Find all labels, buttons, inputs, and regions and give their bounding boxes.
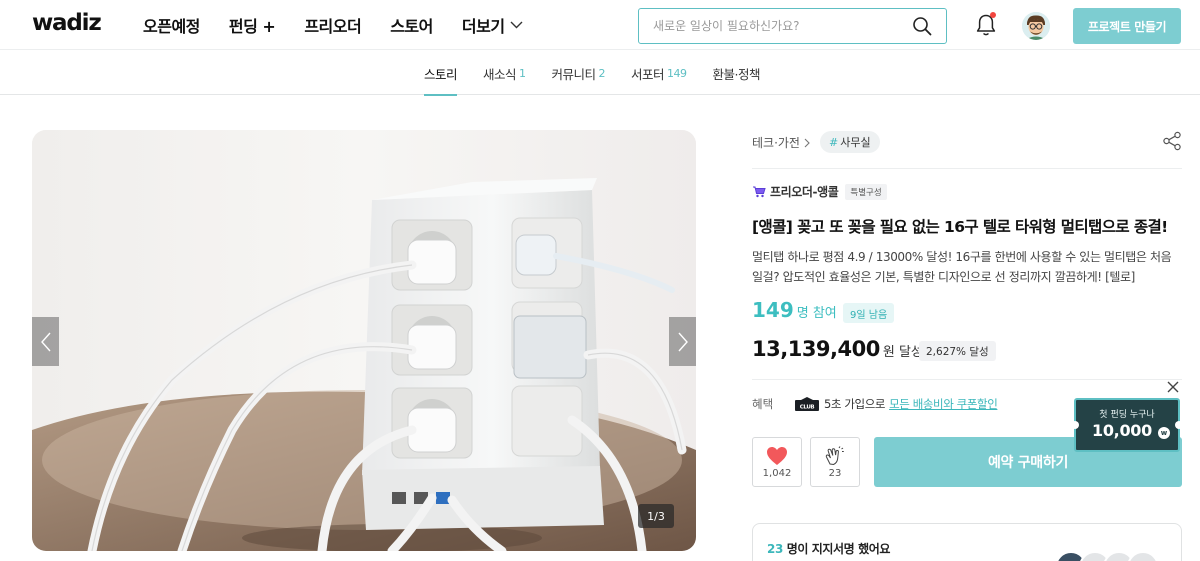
category-row: 테크·가전 # 사무실	[752, 130, 1182, 169]
tab-refund-policy[interactable]: 환불·정책	[700, 51, 773, 95]
nav-item-label: 더보기	[461, 17, 505, 36]
nav-item-label: 펀딩 +	[228, 17, 276, 36]
tab-community[interactable]: 커뮤니티 2	[539, 51, 619, 95]
nav-item-label: 오픈예정	[143, 17, 200, 36]
club-logo-icon: CLUB	[795, 397, 819, 411]
coupon-amount: 10,000	[1092, 421, 1152, 440]
signer-avatars	[1055, 551, 1159, 561]
heart-icon	[767, 446, 787, 465]
coupon-notch	[1071, 421, 1079, 429]
tab-label: 환불·정책	[712, 66, 761, 82]
tab-label: 커뮤니티	[551, 66, 597, 82]
category-label: 테크·가전	[752, 136, 800, 150]
category-link[interactable]: 테크·가전	[752, 134, 810, 151]
supporter-number: 149	[752, 298, 794, 322]
benefit-label: 혜택	[752, 397, 774, 411]
clap-count: 23	[828, 467, 842, 479]
amount-unit: 원 달성	[882, 345, 923, 360]
hashtag-symbol: #	[829, 135, 839, 149]
tab-label: 서포터	[631, 66, 665, 82]
nav-item-store[interactable]: 스토어	[390, 13, 433, 37]
chevron-right-icon	[804, 138, 810, 147]
gallery-counter: 1/3	[638, 504, 674, 528]
clap-button[interactable]: 23	[810, 437, 860, 487]
nav-item-preorder[interactable]: 프리오더	[304, 13, 361, 37]
make-project-button[interactable]: 프로젝트 만들기	[1073, 8, 1181, 44]
nav-item-label: 스토어	[390, 17, 433, 36]
divider	[752, 379, 1182, 380]
tab-label: 스토리	[423, 66, 458, 82]
project-tabs: 스토리 새소식 1 커뮤니티 2 서포터 149 환불·정책	[0, 51, 1200, 96]
signature-summary: 23 명이 지지서명 했어요	[767, 540, 890, 557]
benefit-row: CLUB 5초 가입으로 모든 배송비와 쿠폰할인	[795, 396, 998, 412]
funded-amount: 13,139,400 원 달성	[752, 337, 923, 361]
achievement-badge: 2,627% 달성	[919, 341, 996, 361]
chevron-down-icon	[510, 21, 523, 29]
tab-count: 1	[519, 66, 526, 80]
notification-dot	[990, 12, 996, 18]
product-photo	[32, 130, 696, 551]
chevron-left-icon	[40, 332, 51, 351]
signature-label: 명이 지지서명 했어요	[786, 542, 891, 556]
tab-story[interactable]: 스토리	[411, 51, 470, 96]
days-left-badge: 9일 남음	[843, 303, 895, 323]
share-icon[interactable]	[1162, 131, 1182, 151]
svg-text:CLUB: CLUB	[800, 405, 815, 411]
search-box	[638, 8, 947, 44]
maker-row: 프리오더-앵콜 특별구성	[752, 183, 887, 200]
nav-item-label: 프리오더	[304, 17, 362, 36]
wadiz-logo[interactable]: wadiz	[32, 10, 102, 36]
top-header: wadiz 오픈예정 펀딩 + 프리오더 스토어 더보기 프로젝트 만들기	[0, 0, 1200, 50]
tab-count: 149	[667, 66, 687, 80]
cart-icon	[753, 186, 766, 198]
nav-item-open-soon[interactable]: 오픈예정	[143, 13, 200, 37]
tab-news[interactable]: 새소식 1	[470, 51, 539, 95]
like-count: 1,042	[762, 467, 792, 479]
gallery-next-button[interactable]	[669, 317, 696, 366]
product-gallery: 1/3	[32, 130, 696, 551]
supporter-count: 149 명 참여	[752, 298, 837, 322]
user-avatar-icon	[1022, 12, 1050, 40]
signature-count: 23	[767, 542, 783, 556]
benefit-text: 5초 가입으로	[824, 397, 886, 411]
like-button[interactable]: 1,042	[752, 437, 802, 487]
maker-badge: 특별구성	[845, 183, 887, 200]
nav-item-funding[interactable]: 펀딩 +	[228, 13, 276, 37]
coin-icon: w	[1158, 427, 1170, 439]
tab-label: 새소식	[482, 66, 517, 82]
search-icon[interactable]	[912, 16, 932, 36]
tab-supporters[interactable]: 서포터 149	[618, 51, 700, 95]
search-input[interactable]	[653, 9, 903, 43]
gallery-prev-button[interactable]	[32, 317, 59, 366]
clap-icon	[825, 445, 844, 465]
avatar	[1127, 551, 1159, 561]
nav-item-more[interactable]: 더보기	[462, 13, 523, 37]
amount-value: 13,139,400	[752, 337, 880, 361]
benefit-link[interactable]: 모든 배송비와 쿠폰할인	[889, 396, 998, 412]
avatar[interactable]	[1022, 12, 1050, 40]
main-nav: 오픈예정 펀딩 + 프리오더 스토어 더보기	[143, 0, 552, 50]
hashtag-label: 사무실	[840, 136, 871, 149]
close-icon[interactable]	[1166, 380, 1180, 394]
project-title: [앵콜] 꽂고 또 꽂을 필요 없는 16구 텔로 타워형 멀티탭으로 종결!	[752, 218, 1168, 236]
hashtag-chip[interactable]: # 사무실	[820, 131, 880, 153]
project-description: 멀티탭 하나로 평점 4.9 / 13000% 달성! 16구를 한번에 사용할…	[752, 250, 1172, 284]
coupon-caption: 첫 펀딩 누구나	[1099, 410, 1155, 420]
signature-card[interactable]: 23 명이 지지서명 했어요	[752, 523, 1182, 561]
maker-name[interactable]: 프리오더-앵콜	[770, 183, 839, 200]
first-funding-coupon-banner[interactable]: 첫 펀딩 누구나 10,000 w	[1071, 398, 1183, 452]
chevron-right-icon	[677, 332, 688, 351]
coupon-notch	[1175, 421, 1183, 429]
tab-count: 2	[598, 66, 606, 80]
supporter-unit: 명 참여	[796, 306, 837, 321]
